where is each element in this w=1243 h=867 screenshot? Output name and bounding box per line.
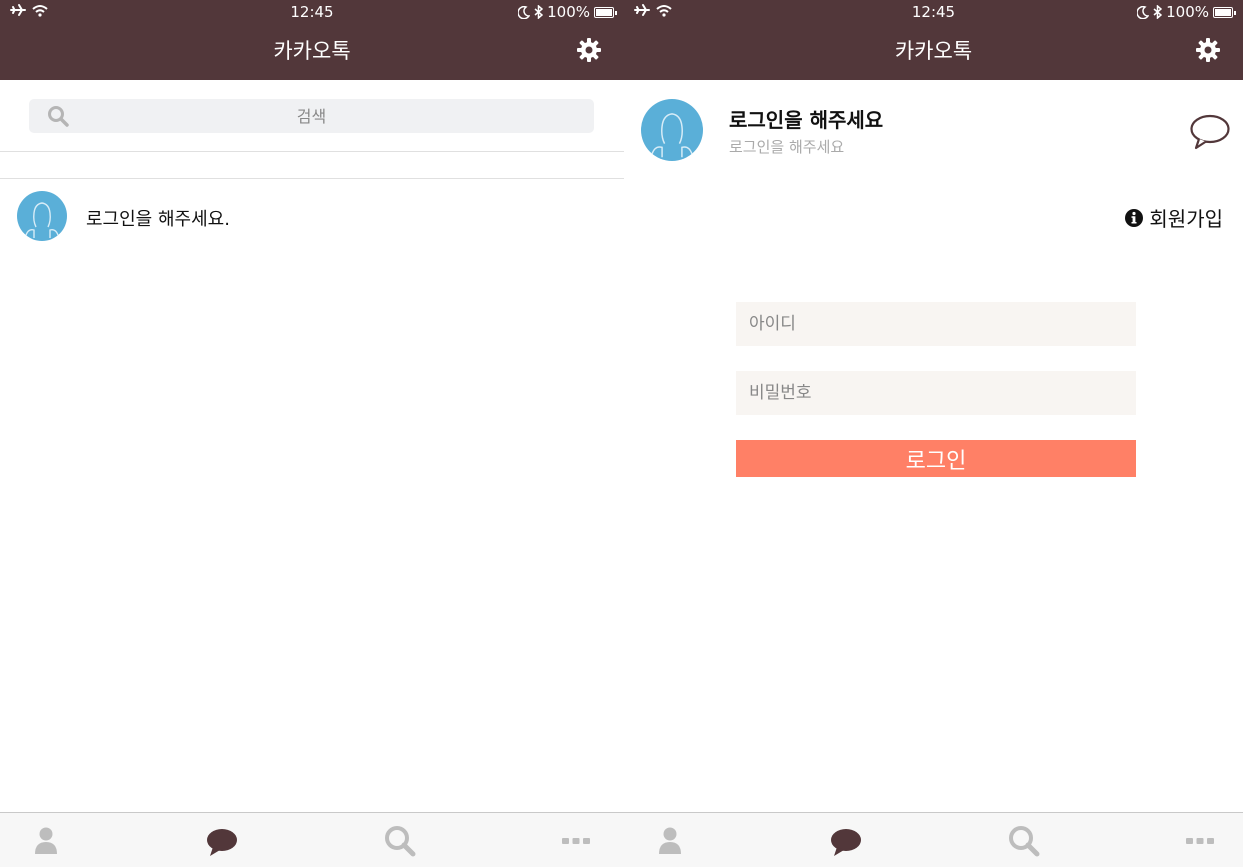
- status-bar: 12:45 100%: [624, 0, 1243, 25]
- bluetooth-icon: [534, 5, 544, 19]
- moon-icon: [518, 5, 531, 19]
- login-screen: 12:45 100% 카카오톡 로그인을 해주세요 로그인을 해주세요 회원가입…: [624, 0, 1243, 867]
- status-right: 100%: [518, 3, 617, 21]
- search-bar: [0, 80, 624, 152]
- battery-percent: 100%: [1166, 3, 1209, 21]
- nav-bar: 카카오톡: [0, 25, 624, 80]
- tab-chats[interactable]: [204, 823, 240, 859]
- speech-bubble-icon[interactable]: [1189, 113, 1231, 151]
- app-title: 카카오톡: [894, 39, 973, 63]
- list-divider: [0, 178, 624, 179]
- person-silhouette-icon: [24, 202, 60, 240]
- bluetooth-icon: [1153, 5, 1163, 19]
- tab-more[interactable]: [558, 823, 594, 859]
- status-right: 100%: [1137, 3, 1236, 21]
- profile-status: 로그인을 해주세요: [729, 138, 845, 156]
- tab-search[interactable]: [382, 823, 418, 859]
- tab-more[interactable]: [1182, 823, 1218, 859]
- tab-bar: [624, 812, 1243, 867]
- id-input[interactable]: [736, 302, 1136, 346]
- friends-screen: 12:45 100% 카카오톡 검색 로그인을 해주세요.: [0, 0, 624, 867]
- tab-friends[interactable]: [28, 823, 64, 859]
- info-icon: [1125, 208, 1144, 227]
- gear-icon[interactable]: [1195, 37, 1221, 63]
- profile-name: 로그인을 해주세요: [729, 108, 884, 132]
- avatar[interactable]: [641, 99, 703, 161]
- moon-icon: [1137, 5, 1150, 19]
- signup-label: 회원가입: [1149, 207, 1223, 231]
- search-icon: [48, 106, 69, 127]
- login-button[interactable]: 로그인: [736, 440, 1136, 477]
- tab-chats[interactable]: [828, 823, 864, 859]
- search-input[interactable]: [29, 99, 594, 133]
- nav-bar: 카카오톡: [624, 25, 1243, 80]
- tab-bar: [0, 812, 624, 867]
- profile-header: 로그인을 해주세요 로그인을 해주세요: [624, 80, 1243, 180]
- app-title: 카카오톡: [273, 39, 351, 63]
- battery-icon: [594, 6, 617, 18]
- person-silhouette-icon: [650, 113, 694, 159]
- password-input[interactable]: [736, 371, 1136, 415]
- signup-link[interactable]: 회원가입: [1125, 203, 1223, 232]
- avatar: [17, 191, 67, 241]
- status-bar: 12:45 100%: [0, 0, 624, 25]
- list-item[interactable]: 로그인을 해주세요.: [0, 190, 624, 244]
- tab-friends[interactable]: [652, 823, 688, 859]
- tab-search[interactable]: [1006, 823, 1042, 859]
- battery-percent: 100%: [547, 3, 590, 21]
- gear-icon[interactable]: [576, 37, 602, 63]
- battery-icon: [1213, 6, 1236, 18]
- friend-name: 로그인을 해주세요.: [86, 209, 230, 230]
